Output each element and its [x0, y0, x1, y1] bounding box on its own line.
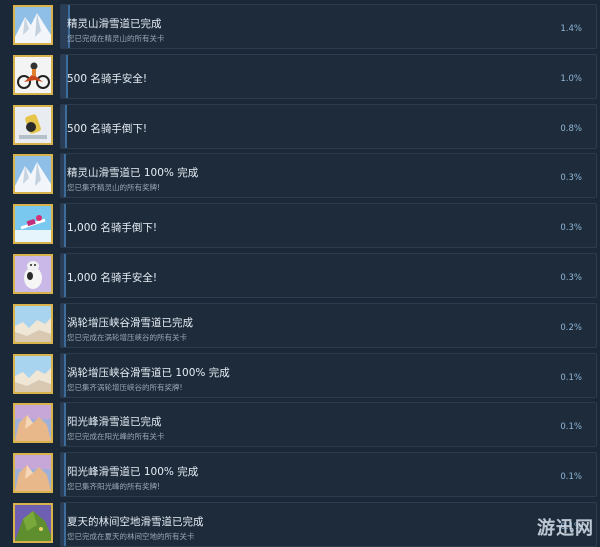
achievement-row[interactable]: 500 名骑手倒下! 0.8% — [0, 103, 600, 149]
unlock-percentage: 0.2% — [560, 322, 582, 333]
achievement-row[interactable]: 500 名骑手安全! 1.0% — [0, 53, 600, 99]
progress-bar-fill — [61, 503, 67, 546]
unlock-percentage: 0.3% — [560, 273, 582, 283]
achievement-card: 涡轮增压峡谷滑雪道已完成 您已完成在涡轮增压峡谷的所有关卡 0.2% — [60, 302, 597, 348]
achievement-card: 阳光峰滑雪道已完成 您已完成在阳光峰的所有关卡 0.1% — [60, 402, 597, 448]
progress-bar-fill — [61, 104, 68, 148]
achievement-title: 夏天的林间空地滑雪道已完成 — [67, 516, 204, 528]
achievement-icon — [13, 453, 53, 494]
achievement-description: 您已完成在涡轮增压峡谷的所有关卡 — [67, 332, 187, 342]
achievement-card: 夏天的林间空地滑雪道已完成 您已完成在夏天的林间空地的所有关卡 0.1% — [60, 502, 597, 547]
achievement-row[interactable]: 涡轮增压峡谷滑雪道已完成 您已完成在涡轮增压峡谷的所有关卡 0.2% — [0, 302, 600, 348]
achievement-icon — [13, 503, 53, 543]
progress-bar-fill — [61, 54, 69, 98]
achievement-title: 500 名骑手安全! — [67, 72, 148, 85]
achievement-card: 阳光峰滑雪道已 100% 完成 您已集齐阳光峰的所有奖牌! 0.1% — [60, 452, 597, 498]
achievement-card: 500 名骑手倒下! 0.8% — [60, 103, 597, 149]
achievement-title: 1,000 名骑手倒下! — [67, 222, 158, 235]
achievement-icon — [13, 204, 53, 245]
achievement-icon — [13, 5, 53, 45]
progress-bar-fill — [61, 303, 67, 347]
achievement-description: 您已完成在夏天的林间空地的所有关卡 — [67, 532, 195, 541]
achievement-card: 精灵山滑雪道已完成 您已完成在精灵山的所有关卡 1.4% — [60, 4, 597, 49]
progress-bar-fill — [61, 403, 67, 447]
unlock-percentage: 0.1% — [560, 472, 582, 483]
achievement-card: 500 名骑手安全! 1.0% — [60, 53, 597, 99]
achievement-title: 精灵山滑雪道已完成 — [67, 18, 162, 30]
achievement-row[interactable]: 1,000 名骑手倒下! 0.3% — [0, 203, 600, 249]
unlock-percentage: 1.4% — [560, 24, 582, 34]
unlock-percentage: 0.8% — [560, 123, 582, 134]
achievement-card: 1,000 名骑手倒下! 0.3% — [60, 203, 597, 249]
achievement-row[interactable]: 阳光峰滑雪道已完成 您已完成在阳光峰的所有关卡 0.1% — [0, 402, 600, 448]
unlock-percentage: 1.0% — [560, 73, 582, 84]
progress-bar-fill — [61, 453, 67, 497]
achievement-card: 涡轮增压峡谷滑雪道已 100% 完成 您已集齐涡轮增压峡谷的所有奖牌! 0.1% — [60, 352, 597, 398]
watermark: 游迅网 — [537, 518, 594, 539]
achievement-row[interactable]: 夏天的林间空地滑雪道已完成 您已完成在夏天的林间空地的所有关卡 0.1% — [0, 502, 600, 547]
achievement-row[interactable]: 精灵山滑雪道已完成 您已完成在精灵山的所有关卡 1.4% — [0, 4, 600, 49]
achievement-card: 1,000 名骑手安全! 0.3% — [60, 253, 597, 298]
achievement-title: 1,000 名骑手安全! — [67, 272, 158, 284]
achievement-row[interactable]: 1,000 名骑手安全! 0.3% — [0, 253, 600, 298]
achievement-icon — [13, 353, 53, 394]
achievement-title: 500 名骑手倒下! — [67, 122, 148, 135]
unlock-percentage: 0.1% — [560, 422, 582, 433]
achievement-icon — [13, 54, 53, 95]
achievement-title: 阳光峰滑雪道已完成 — [67, 416, 162, 429]
achievement-title: 阳光峰滑雪道已 100% 完成 — [67, 466, 199, 479]
progress-bar-fill — [61, 204, 67, 248]
achievement-description: 您已集齐阳光峰的所有奖牌! — [67, 482, 161, 492]
unlock-percentage: 0.1% — [560, 372, 582, 383]
achievement-title: 精灵山滑雪道已 100% 完成 — [67, 167, 199, 180]
progress-bar-fill — [61, 154, 67, 198]
achievement-row[interactable]: 精灵山滑雪道已 100% 完成 您已集齐精灵山的所有奖牌! 0.3% — [0, 153, 600, 199]
achievement-description: 您已完成在阳光峰的所有关卡 — [67, 432, 165, 442]
achievement-icon — [13, 403, 53, 444]
achievement-description: 您已集齐涡轮增压峡谷的所有奖牌! — [67, 382, 183, 392]
achievement-title: 涡轮增压峡谷滑雪道已完成 — [67, 316, 193, 329]
achievement-row[interactable]: 涡轮增压峡谷滑雪道已 100% 完成 您已集齐涡轮增压峡谷的所有奖牌! 0.1% — [0, 352, 600, 398]
achievement-description: 您已集齐精灵山的所有奖牌! — [67, 183, 161, 193]
achievement-description: 您已完成在精灵山的所有关卡 — [67, 34, 165, 43]
achievement-icon — [13, 254, 53, 294]
progress-bar-fill — [61, 254, 67, 297]
achievement-title: 涡轮增压峡谷滑雪道已 100% 完成 — [67, 366, 230, 379]
achievement-icon — [13, 154, 53, 195]
unlock-percentage: 0.3% — [560, 223, 582, 234]
achievement-icon — [13, 104, 53, 145]
achievement-row[interactable]: 阳光峰滑雪道已 100% 完成 您已集齐阳光峰的所有奖牌! 0.1% — [0, 452, 600, 498]
progress-bar-fill — [61, 353, 67, 397]
achievement-icon — [13, 303, 53, 344]
achievement-card: 精灵山滑雪道已 100% 完成 您已集齐精灵山的所有奖牌! 0.3% — [60, 153, 597, 199]
unlock-percentage: 0.3% — [560, 173, 582, 184]
